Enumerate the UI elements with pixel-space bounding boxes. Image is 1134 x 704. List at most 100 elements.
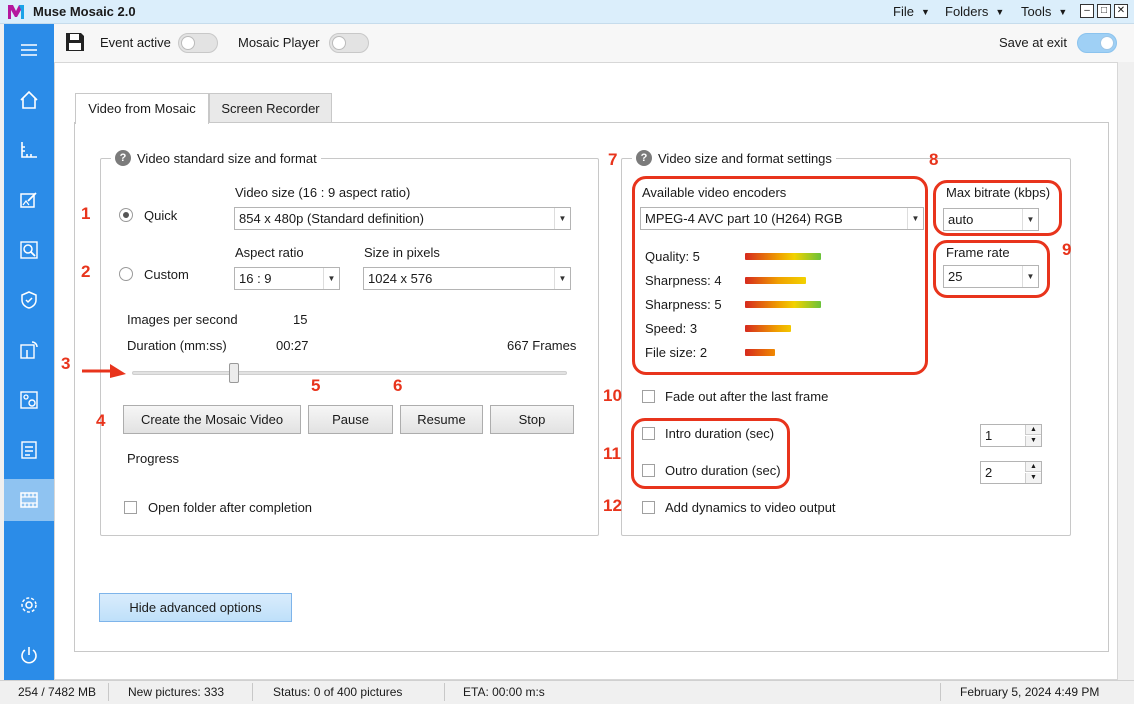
title-bar: Muse Mosaic 2.0 File ▼ Folders ▼ Tools ▼ – …: [0, 0, 1134, 24]
rating-label: File size: 2: [645, 345, 708, 360]
encoder-value: MPEG-4 AVC part 10 (H264) RGB: [645, 211, 843, 226]
arrow-right-icon: [82, 364, 126, 378]
chevron-up-icon[interactable]: ▲: [1025, 425, 1041, 435]
quick-label: Quick: [144, 208, 178, 223]
max-bitrate-select[interactable]: auto ▼: [943, 208, 1039, 231]
custom-radio[interactable]: [119, 267, 133, 281]
menu-file[interactable]: File ▼: [893, 4, 930, 19]
size-in-pixels-label: Size in pixels: [364, 245, 440, 260]
aspect-ratio-value: 16 : 9: [239, 271, 272, 286]
home-icon[interactable]: [4, 79, 54, 121]
divider: [108, 683, 109, 701]
resume-button[interactable]: Resume: [400, 405, 483, 434]
rating-label: Quality: 5: [645, 249, 700, 264]
save-at-exit-label: Save at exit: [999, 35, 1067, 50]
memory-status: 254 / 7482 MB: [18, 685, 97, 699]
duration-label: Duration (mm:ss): [127, 338, 227, 353]
hide-advanced-options-button[interactable]: Hide advanced options: [99, 593, 292, 622]
edit-image-icon[interactable]: [4, 179, 54, 221]
encoder-select[interactable]: MPEG-4 AVC part 10 (H264) RGB ▼: [640, 207, 924, 230]
images-per-second-label: Images per second: [127, 312, 238, 327]
event-active-label: Event active: [100, 35, 171, 50]
annotation-5: 5: [311, 376, 321, 395]
video-size-select[interactable]: 854 x 480p (Standard definition) ▼: [234, 207, 571, 230]
search-image-icon[interactable]: [4, 229, 54, 271]
toolbar: Event active Mosaic Player Save at exit: [54, 24, 1134, 62]
annotation-7: 7: [608, 150, 618, 169]
create-mosaic-video-button[interactable]: Create the Mosaic Video: [123, 405, 301, 434]
frames-value: 667 Frames: [507, 338, 577, 353]
mosaic-player-toggle[interactable]: [329, 33, 369, 53]
menu-icon[interactable]: [4, 29, 54, 71]
ruler-icon[interactable]: [4, 129, 54, 171]
stop-button[interactable]: Stop: [490, 405, 574, 434]
toggle-knob: [1100, 36, 1114, 50]
chevron-down-icon: ▼: [907, 208, 923, 229]
menu-folders[interactable]: Folders ▼: [945, 4, 1004, 19]
annotation-10: 10: [603, 386, 622, 405]
checklist-icon[interactable]: [4, 429, 54, 471]
rating-bar: [745, 277, 806, 284]
fade-out-checkbox[interactable]: [642, 390, 655, 403]
chevron-down-icon: ▼: [1022, 209, 1038, 230]
quick-radio[interactable]: [119, 208, 133, 222]
duration-slider-thumb[interactable]: [229, 363, 239, 383]
divider: [940, 683, 941, 701]
frame-rate-label: Frame rate: [946, 245, 1010, 260]
menu-tools[interactable]: Tools ▼: [1021, 4, 1067, 19]
duration-slider-track[interactable]: [132, 371, 567, 375]
tab-screen-recorder[interactable]: Screen Recorder: [209, 93, 332, 123]
mosaic-player-label: Mosaic Player: [238, 35, 320, 50]
event-active-toggle[interactable]: [178, 33, 218, 53]
toggle-knob: [181, 36, 195, 50]
menu-tools-label: Tools: [1021, 4, 1052, 19]
app-title: Muse Mosaic 2.0: [33, 4, 136, 19]
power-icon[interactable]: [4, 634, 54, 676]
annotation-6: 6: [393, 376, 403, 395]
progress-status: Status: 0 of 400 pictures: [273, 685, 403, 699]
minimize-icon[interactable]: –: [1080, 4, 1094, 18]
progress-label: Progress: [127, 451, 180, 466]
encoders-label: Available video encoders: [642, 185, 787, 200]
datetime-status: February 5, 2024 4:49 PM: [960, 685, 1100, 699]
video-icon[interactable]: [4, 479, 54, 521]
save-at-exit-toggle[interactable]: [1077, 33, 1117, 53]
rating-label: Sharpness: 5: [645, 297, 722, 312]
outro-duration-stepper[interactable]: 2 ▲ ▼: [980, 461, 1042, 484]
tab-video-from-mosaic[interactable]: Video from Mosaic: [75, 93, 209, 124]
save-icon[interactable]: [64, 31, 86, 53]
chevron-down-icon: ▼: [1058, 7, 1068, 17]
video-size-value: 854 x 480p (Standard definition): [239, 211, 425, 226]
open-folder-checkbox[interactable]: [124, 501, 137, 514]
pause-button[interactable]: Pause: [308, 405, 393, 434]
dynamics-checkbox[interactable]: [642, 501, 655, 514]
intro-duration-stepper[interactable]: 1 ▲ ▼: [980, 424, 1042, 447]
annotation-1: 1: [81, 204, 91, 223]
intro-duration-value: 1: [985, 428, 993, 443]
frame-rate-select[interactable]: 25 ▼: [943, 265, 1039, 288]
chevron-down-icon[interactable]: ▼: [1025, 436, 1041, 446]
gear-icon[interactable]: [4, 584, 54, 626]
annotation-3: 3: [61, 354, 71, 373]
group-title-text: Video standard size and format: [137, 150, 317, 166]
maximize-icon[interactable]: □: [1097, 4, 1111, 18]
video-format-group-title: ? Video size and format settings: [632, 150, 836, 166]
annotation-4: 4: [96, 411, 106, 430]
menu-file-label: File: [893, 4, 914, 19]
chevron-down-icon[interactable]: ▼: [1025, 473, 1041, 483]
shield-icon[interactable]: [4, 279, 54, 321]
outro-duration-checkbox[interactable]: [642, 464, 655, 477]
size-in-pixels-select[interactable]: 1024 x 576 ▼: [363, 267, 571, 290]
annotation-8: 8: [929, 150, 939, 169]
aspect-ratio-select[interactable]: 16 : 9 ▼: [234, 267, 340, 290]
tab-label: Screen Recorder: [221, 101, 320, 116]
intro-duration-checkbox[interactable]: [642, 427, 655, 440]
rating-label: Sharpness: 4: [645, 273, 722, 288]
touch-screen-icon[interactable]: [4, 329, 54, 371]
chevron-up-icon[interactable]: ▲: [1025, 462, 1041, 472]
help-icon[interactable]: ?: [115, 150, 131, 166]
image-settings-icon[interactable]: [4, 379, 54, 421]
close-icon[interactable]: ✕: [1114, 4, 1128, 18]
help-icon[interactable]: ?: [636, 150, 652, 166]
divider: [444, 683, 445, 701]
